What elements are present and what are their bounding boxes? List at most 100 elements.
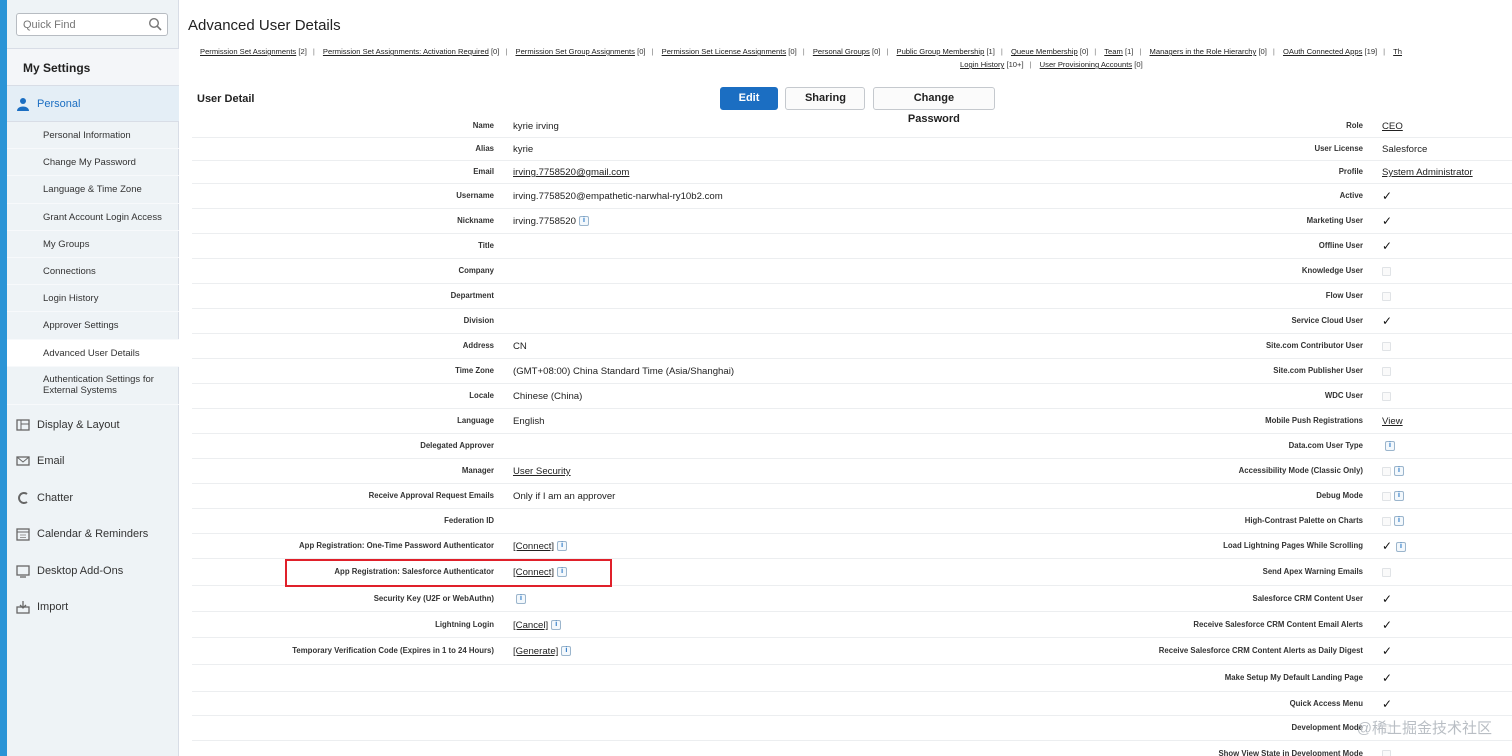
- field-link[interactable]: View: [1382, 416, 1403, 427]
- link-queue-membership[interactable]: Queue Membership: [1011, 47, 1078, 56]
- sidebar-item-change-password[interactable]: Change My Password: [7, 149, 179, 177]
- import-icon: [16, 601, 30, 614]
- sidebar-item-my-groups[interactable]: My Groups: [7, 231, 179, 258]
- page-title: Advanced User Details: [188, 17, 341, 34]
- field-label-marketing-user: Marketing User: [1306, 216, 1363, 225]
- field-link[interactable]: [Connect]: [513, 541, 554, 552]
- field-label-company: Company: [458, 266, 494, 275]
- detail-row: Security Key (U2F or WebAuthn) i Salesforc…: [192, 586, 1512, 612]
- field-label-alias: Alias: [475, 144, 494, 153]
- sidebar-section-display-layout[interactable]: Display & Layout: [7, 407, 179, 443]
- field-label-manager: Manager: [461, 466, 494, 475]
- info-icon[interactable]: i: [1394, 516, 1404, 527]
- chatter-icon: [18, 492, 28, 504]
- search-icon[interactable]: [148, 17, 162, 31]
- info-icon[interactable]: i: [1394, 466, 1404, 477]
- field-label-address: Address: [462, 341, 494, 350]
- link-personal-groups[interactable]: Personal Groups: [813, 47, 870, 56]
- sidebar-section-email[interactable]: Email: [7, 443, 179, 479]
- field-label-receive-approval-request-emails: Receive Approval Request Emails: [368, 491, 494, 500]
- info-icon[interactable]: i: [1394, 491, 1404, 502]
- link-oauth-apps[interactable]: OAuth Connected Apps: [1283, 47, 1362, 56]
- field-value-locale: Chinese (China): [513, 391, 582, 402]
- sidebar-section-import[interactable]: Import: [7, 589, 179, 625]
- link-login-history[interactable]: Login History: [960, 60, 1004, 69]
- related-links: Permission Set Assignments [2] | Permissi…: [200, 47, 1403, 69]
- sidebar-section-chatter[interactable]: Chatter: [7, 480, 179, 516]
- link-managers-role[interactable]: Managers in the Role Hierarchy: [1150, 47, 1257, 56]
- sidebar-section-calendar[interactable]: Calendar & Reminders: [7, 516, 179, 552]
- field-label-data-com-user-type: Data.com User Type: [1288, 441, 1363, 450]
- sidebar-item-connections[interactable]: Connections: [7, 258, 179, 286]
- unchecked-box-icon: [1382, 266, 1391, 276]
- field-value-marketing-user: ✓: [1382, 214, 1393, 228]
- quick-find-box[interactable]: [16, 13, 168, 36]
- field-text: irving.7758520: [513, 216, 576, 227]
- field-value-receive-approval-request-emails: Only if I am an approver: [513, 491, 615, 502]
- unchecked-box-icon: [1382, 366, 1391, 376]
- detail-row: Quick Access Menu ✓: [192, 692, 1512, 716]
- change-password-button[interactable]: Change Password: [872, 87, 995, 125]
- field-link[interactable]: System Administrator: [1382, 167, 1473, 178]
- field-label-flow-user: Flow User: [1325, 291, 1363, 300]
- detail-rows: Name kyrie irving Role CEO Alias kyrie User Li…: [192, 115, 1512, 756]
- sidebar-item-grant-login-access[interactable]: Grant Account Login Access: [7, 204, 179, 231]
- detail-row: Manager User Security Accessibility Mode (…: [192, 459, 1512, 484]
- field-value-debug-mode: i: [1382, 491, 1404, 502]
- link-perm-set-group[interactable]: Permission Set Group Assignments: [516, 47, 635, 56]
- field-value-load-lightning-pages-while-scrolling: ✓ i: [1382, 539, 1406, 553]
- link-truncated[interactable]: Th: [1393, 47, 1402, 56]
- checkmark-icon: ✓: [1382, 214, 1393, 228]
- sharing-button[interactable]: Sharing: [785, 87, 866, 110]
- info-icon[interactable]: i: [1385, 441, 1395, 452]
- link-permission-set-assignments[interactable]: Permission Set Assignments: [200, 47, 296, 56]
- sidebar-section-personal[interactable]: Personal: [7, 86, 179, 122]
- quick-find-input[interactable]: [17, 14, 141, 35]
- field-value-nickname: irving.7758520 i: [513, 216, 589, 227]
- info-icon[interactable]: i: [561, 646, 572, 657]
- sidebar-section-desktop-addons[interactable]: Desktop Add-Ons: [7, 553, 179, 589]
- detail-buttons: Edit Sharing Change Password: [720, 87, 998, 125]
- field-label-email: Email: [473, 167, 494, 176]
- field-label-development-mode: Development Mode: [1291, 723, 1363, 732]
- field-label-app-registration-one-time-password-authenticator: App Registration: One-Time Password Auth…: [299, 541, 494, 550]
- field-link[interactable]: User Security: [513, 466, 571, 477]
- envelope-icon: [16, 456, 30, 466]
- sidebar-section-label: Calendar & Reminders: [37, 528, 149, 540]
- checkmark-icon: ✓: [1382, 189, 1393, 203]
- field-link[interactable]: [Cancel]: [513, 620, 548, 631]
- field-text: CN: [513, 341, 527, 352]
- field-link[interactable]: CEO: [1382, 121, 1403, 132]
- field-value-address: CN: [513, 341, 527, 352]
- detail-row: Development Mode: [192, 716, 1512, 741]
- sidebar-item-approver-settings[interactable]: Approver Settings: [7, 312, 179, 340]
- field-text: kyrie irving: [513, 121, 559, 132]
- field-link[interactable]: irving.7758520@gmail.com: [513, 167, 629, 178]
- sidebar-item-login-history[interactable]: Login History: [7, 285, 179, 313]
- link-count: [0]: [1079, 47, 1089, 56]
- info-icon[interactable]: i: [516, 594, 526, 605]
- edit-button[interactable]: Edit: [720, 87, 778, 110]
- checkmark-icon: ✓: [1382, 539, 1393, 553]
- sidebar-item-auth-settings-external[interactable]: Authentication Settings for External Sys…: [7, 367, 179, 405]
- detail-row: Time Zone (GMT+08:00) China Standard Time…: [192, 359, 1512, 384]
- link-user-provisioning[interactable]: User Provisioning Accounts: [1040, 60, 1132, 69]
- info-icon[interactable]: i: [578, 216, 589, 227]
- field-value-name: kyrie irving: [513, 121, 559, 132]
- info-icon[interactable]: i: [551, 620, 562, 631]
- link-perm-set-license[interactable]: Permission Set License Assignments: [662, 47, 787, 56]
- info-icon[interactable]: i: [1396, 542, 1406, 553]
- field-label-receive-salesforce-crm-content-alerts-as-daily-digest: Receive Salesforce CRM Content Alerts as…: [1158, 646, 1363, 655]
- field-link[interactable]: [Generate]: [513, 646, 558, 657]
- sidebar-item-personal-information[interactable]: Personal Information: [7, 122, 179, 150]
- field-label-nickname: Nickname: [457, 216, 494, 225]
- sidebar-item-advanced-user-details[interactable]: Advanced User Details: [7, 339, 179, 367]
- field-value-email: irving.7758520@gmail.com: [513, 167, 629, 178]
- sidebar-item-language-time-zone[interactable]: Language & Time Zone: [7, 176, 179, 204]
- user-detail-title: User Detail: [197, 93, 255, 105]
- info-icon[interactable]: i: [557, 541, 568, 552]
- link-public-group[interactable]: Public Group Membership: [897, 47, 985, 56]
- field-value-data-com-user-type: i: [1382, 441, 1395, 452]
- link-perm-set-activation[interactable]: Permission Set Assignments: Activation R…: [323, 47, 489, 56]
- link-team[interactable]: Team: [1104, 47, 1123, 56]
